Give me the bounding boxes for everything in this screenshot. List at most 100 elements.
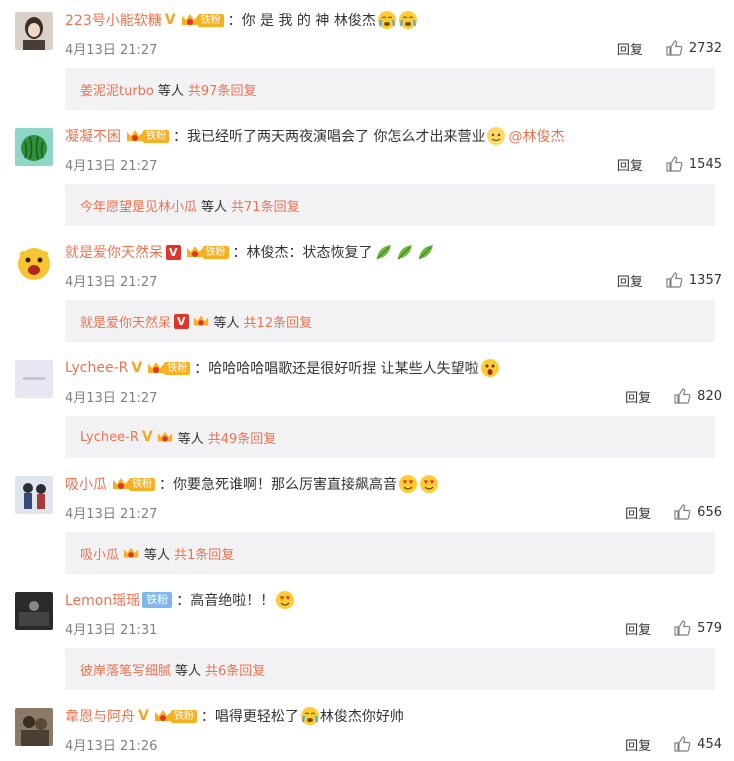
username-link[interactable]: 韋恩与阿舟 (65, 706, 135, 726)
comment-text: ：哈哈哈哈唱歌还是很好听捏 让某些人失望啦 (194, 361, 479, 377)
avatar[interactable] (15, 360, 53, 398)
mention-link[interactable]: @林俊杰 (508, 126, 564, 146)
like-button[interactable]: 579 (673, 619, 722, 637)
leaf-icon (397, 245, 412, 260)
thumbs-up-icon (674, 504, 691, 520)
comment-time: 4月13日 21:27 (65, 274, 158, 290)
reply-button[interactable]: 回复 (625, 503, 651, 522)
reply-total-link[interactable]: 共49条回复 (208, 428, 277, 447)
thumbs-up-icon (666, 40, 683, 56)
comment-list: 223号小能软糖 V 铁粉 ：你 是 我 的 神 林俊杰 4月13日 21:27… (0, 0, 734, 761)
reply-summary[interactable]: 姜泥泥turbo 等人 共97条回复 (65, 68, 715, 110)
username-link[interactable]: 吸小瓜 (65, 474, 107, 494)
reply-total-link[interactable]: 共71条回复 (231, 196, 300, 215)
comment-time: 4月13日 21:27 (65, 506, 158, 522)
fan-tag-label: 铁粉 (129, 477, 155, 491)
reply-total-link[interactable]: 共6条回复 (205, 660, 265, 679)
username-link[interactable]: 凝凝不困 (65, 126, 121, 146)
fan-tag-label: 铁粉 (170, 709, 197, 723)
reply-button[interactable]: 回复 (625, 387, 651, 406)
reply-username[interactable]: 姜泥泥turbo (80, 80, 154, 99)
reply-button[interactable]: 回复 (617, 271, 643, 290)
fan-tag-label: 铁粉 (142, 592, 173, 608)
crown-icon (186, 246, 203, 257)
reply-others-label: 等人 (177, 431, 204, 447)
thumbs-up-icon (674, 736, 691, 752)
comment-text-continued: 林俊杰你好帅 (319, 709, 404, 725)
reply-username[interactable]: Lychee-R (80, 430, 139, 445)
username-link[interactable]: 223号小能软糖 (65, 10, 162, 30)
reply-button[interactable]: 回复 (625, 735, 651, 754)
fan-badge[interactable]: 铁粉 (125, 128, 169, 144)
leaf-icon (418, 245, 433, 260)
like-button[interactable]: 656 (673, 503, 722, 521)
reply-summary[interactable]: 就是爱你天然呆 V 等人 共12条回复 (65, 300, 715, 342)
comment-time: 4月13日 21:27 (65, 390, 158, 406)
fan-tag-label: 铁粉 (143, 129, 169, 143)
reply-username[interactable]: 今年愿望是见林小瓜 (80, 196, 197, 215)
reply-username[interactable]: 彼岸落笔写细腻 (80, 660, 171, 679)
heart-eyes-icon (276, 591, 295, 609)
fan-badge[interactable]: 铁粉 (111, 476, 155, 492)
verified-v-icon: V (131, 360, 143, 376)
comment-item: 223号小能软糖 V 铁粉 ：你 是 我 的 神 林俊杰 4月13日 21:27… (0, 0, 734, 116)
crying-face-icon (398, 11, 417, 29)
fan-badge[interactable]: 铁粉 (185, 244, 229, 260)
crown-icon (123, 547, 139, 558)
heart-eyes-icon (399, 475, 417, 493)
reply-total-link[interactable]: 共97条回复 (188, 80, 257, 99)
reply-summary[interactable]: Lychee-R V 等人 共49条回复 (65, 416, 715, 458)
reply-others-label: 等人 (157, 83, 184, 99)
username-link[interactable]: Lychee-R (65, 360, 128, 376)
reply-others-label: 等人 (213, 315, 240, 331)
username-link[interactable]: 就是爱你天然呆 (65, 242, 163, 262)
avatar[interactable] (15, 476, 53, 514)
comment-time: 4月13日 21:26 (65, 738, 158, 754)
reply-summary[interactable]: 吸小瓜 等人 共1条回复 (65, 532, 715, 574)
reply-total-link[interactable]: 共1条回复 (174, 544, 234, 563)
crown-icon (154, 710, 171, 721)
reply-others-label: 等人 (201, 199, 228, 215)
avatar[interactable] (15, 12, 53, 50)
comment-item: 就是爱你天然呆 V 铁粉 ：林俊杰：状态恢复了 4月13日 21:27 回复 1… (0, 232, 734, 348)
reply-summary[interactable]: 彼岸落笔写细腻 等人 共6条回复 (65, 648, 715, 690)
smiling-face-icon (487, 127, 506, 145)
thumbs-up-icon (666, 156, 683, 172)
reply-others-label: 等人 (175, 663, 202, 679)
crown-icon (193, 315, 208, 326)
thumbs-up-icon (674, 388, 691, 404)
username-link[interactable]: Lemon瑶瑶 (65, 590, 140, 610)
reply-button[interactable]: 回复 (617, 39, 643, 58)
crown-icon (157, 431, 172, 442)
like-count: 656 (697, 504, 722, 520)
like-button[interactable]: 820 (673, 387, 722, 405)
fan-badge[interactable]: 铁粉 (180, 12, 224, 28)
fan-badge[interactable]: 铁粉 (142, 592, 173, 608)
like-button[interactable]: 2732 (665, 39, 722, 57)
avatar[interactable] (15, 708, 53, 746)
reply-username[interactable]: 吸小瓜 (80, 544, 119, 563)
crown-icon (148, 362, 165, 373)
reply-username[interactable]: 就是爱你天然呆 (80, 312, 171, 331)
like-button[interactable]: 454 (673, 735, 722, 753)
fan-tag-label: 铁粉 (197, 13, 224, 27)
avatar[interactable] (15, 128, 53, 166)
reply-summary[interactable]: 今年愿望是见林小瓜 等人 共71条回复 (65, 184, 715, 226)
fan-badge[interactable]: 铁粉 (153, 708, 197, 724)
fan-badge[interactable]: 铁粉 (146, 360, 191, 376)
like-count: 454 (697, 736, 722, 752)
shocked-face-icon (480, 359, 499, 377)
fan-tag-label: 铁粉 (164, 361, 191, 375)
reply-total-link[interactable]: 共12条回复 (244, 312, 313, 331)
crown-icon (113, 478, 129, 489)
reply-others-label: 等人 (144, 547, 171, 563)
avatar[interactable] (15, 244, 53, 282)
reply-button[interactable]: 回复 (625, 619, 651, 638)
like-count: 1357 (688, 272, 722, 288)
avatar[interactable] (15, 592, 53, 630)
like-button[interactable]: 1545 (665, 155, 722, 173)
like-button[interactable]: 1357 (665, 271, 722, 289)
comment-item: 韋恩与阿舟 V 铁粉 ：唱得更轻松了 林俊杰你好帅 4月13日 21:26 回复… (0, 696, 734, 761)
crying-face-icon (377, 11, 396, 29)
reply-button[interactable]: 回复 (617, 155, 643, 174)
